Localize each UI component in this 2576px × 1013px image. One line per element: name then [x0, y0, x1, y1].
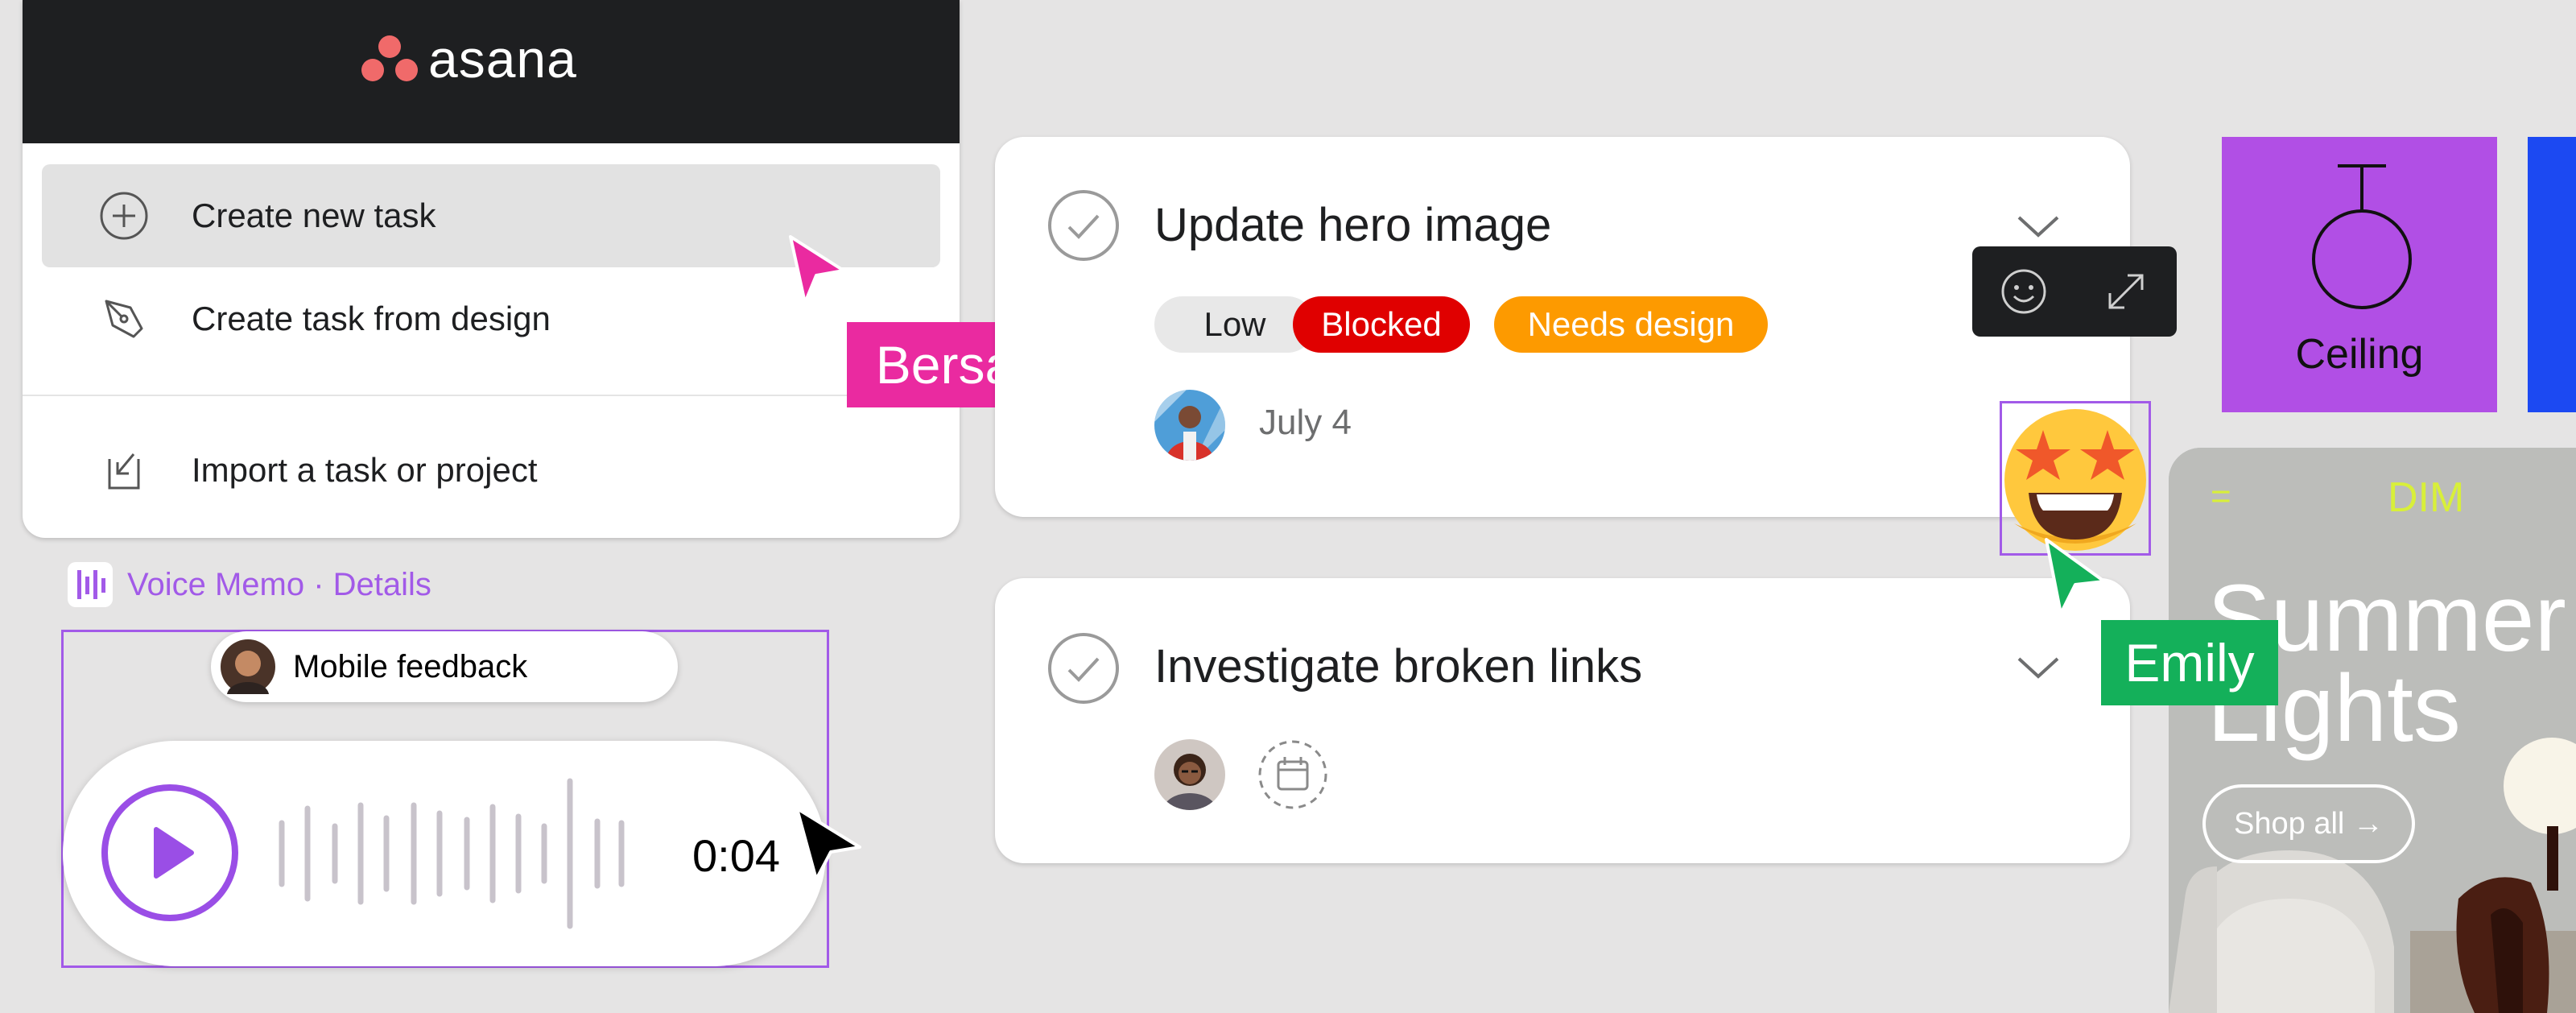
menu-item-label: Create new task [192, 196, 436, 234]
hamburger-menu-icon[interactable]: = [2211, 477, 2231, 517]
voice-memo-chip[interactable]: Mobile feedback [211, 631, 678, 702]
task-card-investigate-broken-links[interactable] [995, 578, 2130, 863]
voice-memo-title[interactable]: Voice Memo · Details [68, 560, 431, 609]
star-struck-emoji-icon[interactable] [2000, 403, 2151, 554]
complete-task-check-icon[interactable] [1046, 631, 1121, 705]
play-button[interactable] [101, 784, 238, 921]
asana-logo: asana [361, 31, 577, 87]
audio-waveform [279, 778, 625, 929]
logo-text: asana [428, 29, 577, 89]
menu-item-import-task[interactable]: Import a task or project [42, 419, 940, 522]
plus-circle-icon [98, 190, 150, 242]
task-title[interactable]: Update hero image [1154, 198, 1551, 252]
chevron-down-icon[interactable] [2014, 211, 2062, 243]
due-date[interactable]: July 4 [1259, 403, 1352, 443]
complete-task-check-icon[interactable] [1046, 188, 1121, 263]
audio-wave-icon [68, 562, 113, 607]
asana-dots-icon [361, 35, 418, 81]
tag-low[interactable]: Low [1154, 296, 1315, 353]
reaction-toolbar [1972, 246, 2177, 337]
play-icon [154, 827, 194, 879]
smiley-icon[interactable] [1998, 266, 2050, 317]
menu-header: asana [23, 0, 960, 143]
voice-memo-duration: 0:04 [692, 830, 780, 881]
menu-item-label: Create task from design [192, 300, 551, 337]
calendar-icon[interactable] [1257, 739, 1328, 810]
task-title[interactable]: Investigate broken links [1154, 639, 1642, 693]
blue-panel [2528, 137, 2576, 412]
avatar [221, 639, 275, 694]
assignee-avatar[interactable] [1154, 390, 1225, 461]
pointer-cursor-icon [795, 807, 861, 881]
pen-tool-icon [98, 293, 150, 345]
ceiling-label: Ceiling [2295, 331, 2424, 378]
menu-divider [23, 395, 960, 396]
voice-memo-title-text: Voice Memo · Details [127, 566, 431, 602]
chevron-down-icon[interactable] [2014, 652, 2062, 684]
voice-memo-chip-label: Mobile feedback [293, 648, 528, 684]
expand-icon[interactable] [2100, 266, 2152, 317]
import-icon [98, 444, 150, 496]
promo-brand: DIM [2388, 474, 2465, 521]
emily-cursor-icon [2045, 538, 2106, 615]
assignee-avatar[interactable] [1154, 739, 1225, 810]
tag-needs-design[interactable]: Needs design [1494, 296, 1768, 353]
tag-blocked[interactable]: Blocked [1293, 296, 1470, 353]
bersabel-cursor-icon [789, 235, 845, 304]
collaborator-tag-emily: Emily [2101, 620, 2278, 705]
shop-all-button[interactable]: Shop all → [2202, 784, 2415, 863]
menu-item-label: Import a task or project [192, 451, 538, 489]
